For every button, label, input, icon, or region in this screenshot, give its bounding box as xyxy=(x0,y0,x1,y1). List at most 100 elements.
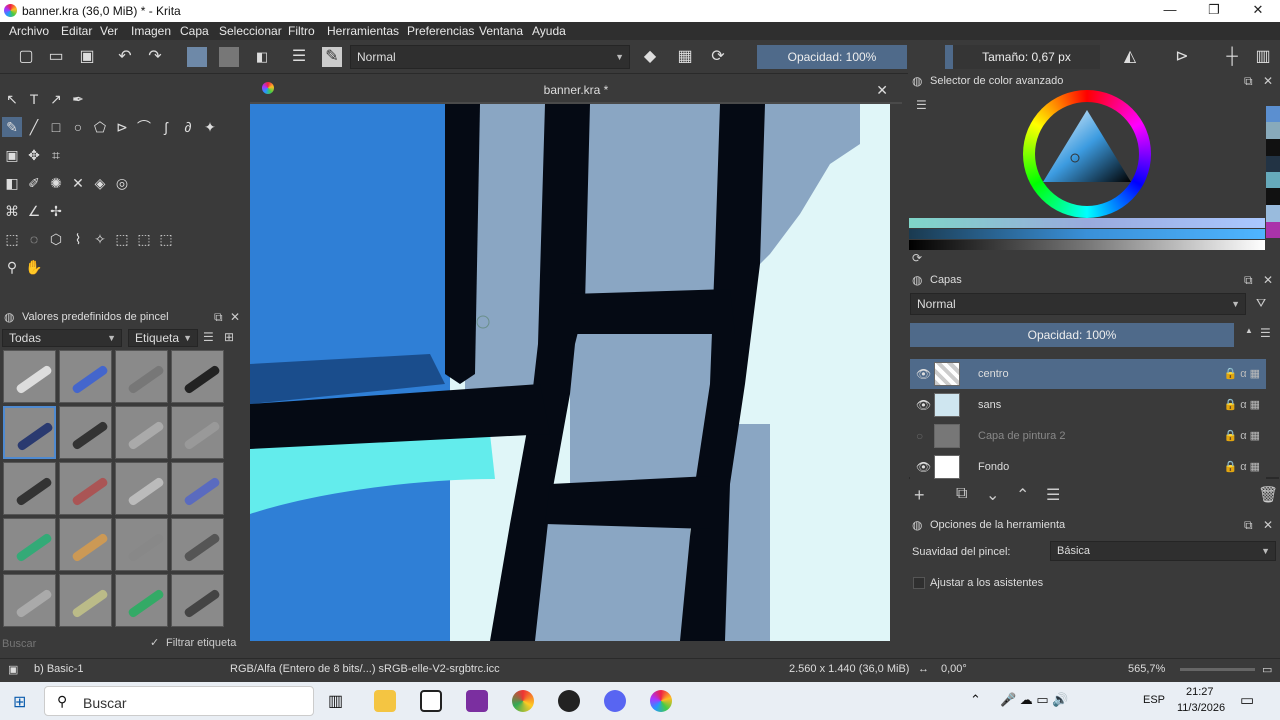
visibility-eye-icon[interactable]: 👁 xyxy=(916,460,931,474)
edit-shapes-icon[interactable]: ↗ xyxy=(46,89,66,109)
color-strip-1[interactable] xyxy=(909,218,1265,228)
notion-icon[interactable] xyxy=(420,690,442,712)
sv-triangle[interactable] xyxy=(1039,106,1135,202)
polyline-tool-icon[interactable]: ⊳ xyxy=(112,117,132,137)
gradient-fill-icon[interactable] xyxy=(219,47,239,67)
menu-ventana[interactable]: Ventana xyxy=(479,24,523,38)
layer-options-icon[interactable]: ☰ xyxy=(1260,326,1271,340)
calligraphy-icon[interactable]: ✒ xyxy=(68,89,88,109)
layer-lock-icons[interactable]: 🔒 α ▦ xyxy=(1223,460,1260,473)
brush-preset[interactable] xyxy=(171,574,224,627)
close-docker-icon[interactable]: ✕ xyxy=(230,308,240,326)
save-icon[interactable]: ▣ xyxy=(77,47,97,67)
brush-preset[interactable] xyxy=(3,462,56,515)
wrap-around-icon[interactable]: ┼ xyxy=(1222,47,1242,67)
layer-row[interactable]: ○ Capa de pintura 2 🔒 α ▦ xyxy=(910,421,1266,451)
color-strip-2[interactable] xyxy=(909,229,1265,239)
fill-tool-icon[interactable]: ◈ xyxy=(90,173,110,193)
clock-time[interactable]: 21:27 xyxy=(1186,686,1214,698)
move-tool-icon[interactable]: ✥ xyxy=(24,145,44,165)
filter-layers-icon[interactable]: ⛛ xyxy=(1256,296,1266,311)
menu-filtro[interactable]: Filtro xyxy=(288,24,315,38)
tag-select[interactable]: Etiqueta ▼ xyxy=(128,329,198,347)
menu-capa[interactable]: Capa xyxy=(180,24,209,38)
menu-herramientas[interactable]: Herramientas xyxy=(327,24,399,38)
layer-properties-icon[interactable]: ☰ xyxy=(1046,485,1060,505)
zoom-tool-icon[interactable]: ⚲ xyxy=(2,257,22,277)
brush-preset[interactable] xyxy=(59,518,112,571)
dynamic-brush-icon[interactable]: ∂ xyxy=(178,117,198,137)
float-docker-icon[interactable]: ⧉ xyxy=(214,308,223,326)
layer-lock-icons[interactable]: 🔒 α ▦ xyxy=(1223,398,1260,411)
freehand-brush-icon[interactable]: ✎ xyxy=(2,117,22,137)
preset-search-input[interactable] xyxy=(2,636,142,652)
menu-editar[interactable]: Editar xyxy=(61,24,92,38)
menu-archivo[interactable]: Archivo xyxy=(9,24,49,38)
mirror-vertical-icon[interactable]: ⊳ xyxy=(1172,47,1192,67)
refresh-color-icon[interactable]: ⟳ xyxy=(912,251,922,265)
layer-opacity-slider[interactable]: Opacidad: 100% xyxy=(910,323,1234,347)
notifications-icon[interactable]: ▭ xyxy=(1240,691,1254,709)
ellipse-select-icon[interactable]: ◌ xyxy=(24,229,44,249)
menu-seleccionar[interactable]: Seleccionar xyxy=(219,24,282,38)
task-view-icon[interactable]: ▥ xyxy=(328,691,343,711)
visibility-eye-icon[interactable]: 👁 xyxy=(916,367,931,381)
pan-tool-icon[interactable]: ✋ xyxy=(24,257,44,277)
close-docker-icon[interactable]: ✕ xyxy=(1263,72,1273,90)
undo-icon[interactable]: ↶ xyxy=(115,47,135,67)
layer-row[interactable]: 👁 centro 🔒 α ▦ xyxy=(910,359,1266,389)
contiguous-select-icon[interactable]: ✧ xyxy=(90,229,110,249)
minimize-button[interactable]: — xyxy=(1160,2,1180,17)
tray-icons[interactable]: 🎤 ☁ ▭ 🔊 xyxy=(1000,692,1069,708)
obs-icon[interactable] xyxy=(558,690,580,712)
list-view-icon[interactable]: ☰ xyxy=(203,330,214,344)
layer-row[interactable]: 👁 Fondo 🔒 α ▦ xyxy=(910,452,1266,482)
tray-chevron-icon[interactable]: ⌃ xyxy=(970,692,981,708)
redo-icon[interactable]: ↷ xyxy=(145,47,165,67)
filter-tag-checkbox[interactable]: ✓ xyxy=(150,636,159,649)
krita-taskbar-icon[interactable] xyxy=(650,690,672,712)
file-explorer-icon[interactable] xyxy=(374,690,396,712)
brush-preset[interactable] xyxy=(3,574,56,627)
recent-colors-bar[interactable] xyxy=(1266,106,1280,238)
close-docker-icon[interactable]: ✕ xyxy=(1263,271,1273,289)
outline-select-icon[interactable]: ⌇ xyxy=(68,229,88,249)
zoom-slider[interactable] xyxy=(1180,668,1255,671)
brush-preset[interactable] xyxy=(59,574,112,627)
size-slider[interactable]: Tamaño: 0,67 px xyxy=(945,45,1100,69)
close-document-button[interactable]: ✕ xyxy=(876,78,888,102)
visibility-eye-icon[interactable]: 👁 xyxy=(916,398,931,412)
onenote-icon[interactable] xyxy=(466,690,488,712)
bezier-select-icon[interactable]: ⬚ xyxy=(134,229,154,249)
duplicate-layer-icon[interactable]: ⧉ xyxy=(956,485,967,503)
color-settings-icon[interactable]: ☰ xyxy=(916,98,927,112)
float-docker-icon[interactable]: ⧉ xyxy=(1244,72,1253,90)
mirror-horizontal-icon[interactable]: ◭ xyxy=(1120,47,1140,67)
line-tool-icon[interactable]: ╱ xyxy=(24,117,44,137)
assistants-checkbox[interactable] xyxy=(913,577,925,589)
gradient-tool-icon[interactable]: ◧ xyxy=(2,173,22,193)
delete-layer-icon[interactable]: 🗑 xyxy=(1258,485,1278,505)
layer-lock-icons[interactable]: 🔒 α ▦ xyxy=(1223,367,1260,380)
brush-preset[interactable] xyxy=(59,462,112,515)
layer-blend-select[interactable]: Normal ▼ xyxy=(910,293,1246,315)
restore-button[interactable]: ❐ xyxy=(1204,2,1224,18)
magnetic-select-icon[interactable]: ⬚ xyxy=(156,229,176,249)
reload-preset-icon[interactable]: ⟳ xyxy=(708,47,728,67)
hidden-eye-icon[interactable]: ○ xyxy=(916,429,923,443)
menu-ayuda[interactable]: Ayuda xyxy=(532,24,566,38)
move-up-icon[interactable]: ⌃ xyxy=(1016,485,1029,505)
brush-preset[interactable] xyxy=(59,350,112,403)
select-shapes-icon[interactable]: ↖ xyxy=(2,89,22,109)
smoothing-select[interactable]: Básica ▼ xyxy=(1050,541,1276,561)
color-strip-3[interactable] xyxy=(909,240,1265,250)
windows-start-icon[interactable]: ⊞ xyxy=(13,692,26,712)
menu-ver[interactable]: Ver xyxy=(100,24,118,38)
reference-tool-icon[interactable]: ✢ xyxy=(46,201,66,221)
brush-preset[interactable] xyxy=(115,462,168,515)
horizontal-scrollbar[interactable] xyxy=(250,641,902,653)
smart-patch-icon[interactable]: ✕ xyxy=(68,173,88,193)
text-tool-icon[interactable]: T xyxy=(24,89,44,109)
menu-imagen[interactable]: Imagen xyxy=(131,24,171,38)
eraser-icon[interactable]: ◆ xyxy=(640,47,660,67)
